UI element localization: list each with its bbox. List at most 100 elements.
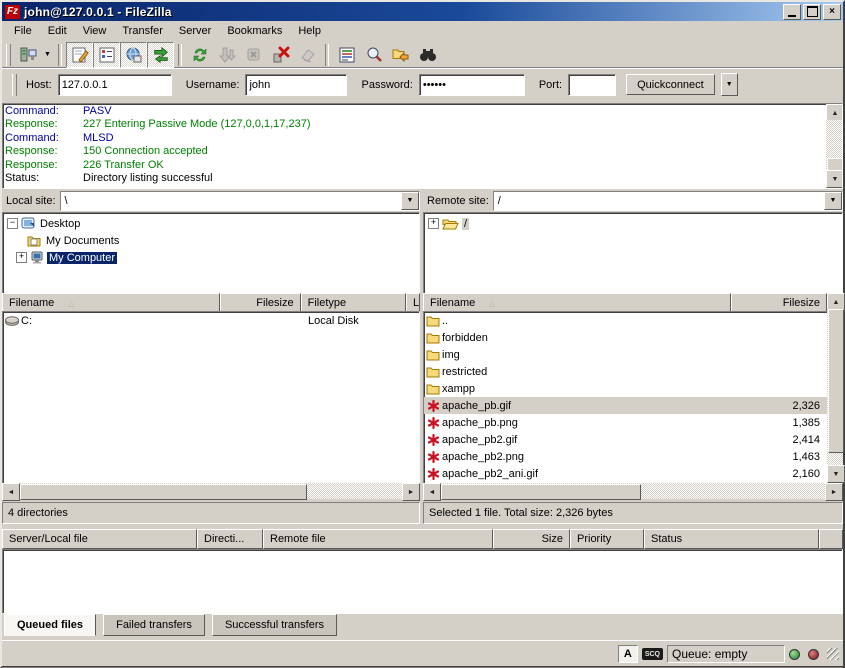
column-status[interactable]: Status	[644, 529, 819, 549]
scroll-left-button[interactable]: ◄	[2, 483, 20, 501]
column-direction[interactable]: Directi...	[197, 529, 263, 549]
column-priority[interactable]: Priority	[570, 529, 644, 549]
toggle-local-tree-button[interactable]	[93, 42, 120, 68]
tree-item-desktop[interactable]: − Desktop	[3, 215, 419, 232]
minimize-button[interactable]	[783, 4, 801, 20]
toggle-remote-tree-button[interactable]	[120, 42, 147, 68]
remote-horizontal-scrollbar[interactable]: ◄ ►	[423, 483, 843, 499]
menu-edit[interactable]: Edit	[40, 23, 75, 39]
column-server-local-file[interactable]: Server/Local file	[2, 529, 197, 549]
file-size: 2,414	[716, 434, 828, 446]
folder-icon	[426, 349, 440, 361]
column-filename[interactable]: Filename△	[423, 293, 731, 313]
process-queue-button[interactable]	[213, 42, 240, 68]
column-filetype[interactable]: Filetype	[301, 293, 406, 313]
column-size[interactable]: Size	[493, 529, 570, 549]
menu-transfer[interactable]: Transfer	[114, 23, 171, 39]
local-site-combobox[interactable]: \ ▼	[60, 191, 420, 211]
directory-comparison-button[interactable]	[387, 42, 414, 68]
column-remote-file[interactable]: Remote file	[263, 529, 493, 549]
scroll-thumb[interactable]	[828, 309, 844, 453]
username-input[interactable]	[245, 74, 347, 96]
scroll-left-button[interactable]: ◄	[423, 483, 441, 501]
local-horizontal-scrollbar[interactable]: ◄ ►	[2, 483, 420, 499]
expand-icon[interactable]: +	[428, 218, 439, 229]
collapse-icon[interactable]: −	[7, 218, 18, 229]
menu-help[interactable]: Help	[290, 23, 329, 39]
disconnect-button[interactable]	[267, 42, 294, 68]
directory-listing-button[interactable]	[333, 42, 360, 68]
scroll-down-button[interactable]: ▼	[827, 465, 845, 483]
tree-item-my-documents[interactable]: My Documents	[3, 232, 419, 249]
remote-site-dropdown[interactable]: ▼	[824, 192, 842, 210]
file-row[interactable]: apache_pb2_ani.gif2,160	[424, 465, 828, 482]
close-button[interactable]: ×	[823, 4, 841, 20]
message-log[interactable]: Command:PASV Response:227 Entering Passi…	[2, 103, 843, 189]
menu-bookmarks[interactable]: Bookmarks	[219, 23, 290, 39]
scroll-thumb[interactable]	[441, 484, 641, 500]
scroll-down-button[interactable]: ▼	[826, 170, 843, 188]
host-input[interactable]	[58, 74, 172, 96]
toggle-transfer-queue-button[interactable]	[147, 42, 174, 68]
local-site-dropdown[interactable]: ▼	[401, 192, 419, 210]
remote-site-combobox[interactable]: / ▼	[493, 191, 843, 211]
file-row[interactable]: C: Local Disk	[3, 312, 419, 329]
find-files-button[interactable]	[414, 42, 441, 68]
reconnect-button[interactable]	[294, 42, 321, 68]
file-row[interactable]: restricted	[424, 363, 828, 380]
tree-item-my-computer[interactable]: + My Computer	[3, 249, 419, 266]
resize-grip[interactable]	[827, 648, 839, 660]
file-row-selected[interactable]: apache_pb.gif2,326	[424, 397, 828, 414]
port-input[interactable]	[568, 74, 616, 96]
toggle-message-log-button[interactable]	[66, 42, 93, 68]
quickconnect-button[interactable]: Quickconnect	[626, 74, 715, 95]
site-manager-dropdown[interactable]: ▼	[41, 43, 54, 67]
expand-icon[interactable]: +	[16, 252, 27, 263]
log-line: Response:226 Transfer OK	[3, 159, 842, 172]
scroll-right-button[interactable]: ►	[825, 483, 843, 501]
quickconnect-dropdown[interactable]: ▼	[721, 73, 738, 96]
toolbar-grip	[6, 44, 11, 66]
remote-file-list[interactable]: .. forbidden img restricted xampp apache…	[423, 311, 829, 485]
file-row[interactable]: apache_pb2.gif2,414	[424, 431, 828, 448]
column-filename[interactable]: Filename△	[2, 293, 220, 313]
scroll-thumb[interactable]	[20, 484, 307, 500]
password-input[interactable]	[419, 74, 525, 96]
file-row[interactable]: ..	[424, 312, 828, 329]
speed-limits-indicator[interactable]: SCQ	[642, 648, 663, 660]
tab-failed-transfers[interactable]: Failed transfers	[103, 614, 205, 636]
tree-item-root[interactable]: + /	[424, 215, 842, 232]
file-row[interactable]: apache_pb.png1,385	[424, 414, 828, 431]
tab-queued-files[interactable]: Queued files	[4, 614, 96, 636]
filename-filters-button[interactable]	[360, 42, 387, 68]
password-label: Password:	[361, 79, 412, 91]
file-row[interactable]: img	[424, 346, 828, 363]
local-directory-tree[interactable]: − Desktop My Documents + My Computer	[2, 212, 420, 295]
file-row[interactable]: apache_pb2.png1,463	[424, 448, 828, 465]
scroll-right-button[interactable]: ►	[402, 483, 420, 501]
file-type: Local Disk	[296, 315, 359, 327]
local-file-list[interactable]: C: Local Disk	[2, 311, 420, 485]
column-filesize[interactable]: Filesize	[731, 293, 827, 313]
menu-server[interactable]: Server	[171, 23, 219, 39]
remote-vertical-scrollbar[interactable]: ▲ ▼	[827, 293, 843, 483]
column-last-modified[interactable]: L	[406, 293, 420, 313]
menu-file[interactable]: File	[6, 23, 40, 39]
log-line: Command:PASV	[3, 105, 842, 118]
menu-view[interactable]: View	[75, 23, 115, 39]
title-bar[interactable]: Fz john@127.0.0.1 - FileZilla ×	[2, 2, 843, 21]
local-tree-icon	[98, 46, 116, 64]
cancel-operation-button[interactable]	[240, 42, 267, 68]
column-filesize[interactable]: Filesize	[220, 293, 301, 313]
maximize-icon	[807, 6, 818, 17]
transfer-type-indicator[interactable]: A	[618, 645, 638, 663]
file-row[interactable]: xampp	[424, 380, 828, 397]
refresh-button[interactable]	[186, 42, 213, 68]
tab-successful-transfers[interactable]: Successful transfers	[212, 614, 337, 636]
file-row[interactable]: forbidden	[424, 329, 828, 346]
queue-list[interactable]	[2, 549, 843, 614]
site-manager-button[interactable]	[14, 42, 41, 68]
log-scrollbar[interactable]: ▲ ▼	[826, 104, 842, 188]
maximize-button[interactable]	[803, 4, 821, 20]
remote-directory-tree[interactable]: + /	[423, 212, 843, 295]
